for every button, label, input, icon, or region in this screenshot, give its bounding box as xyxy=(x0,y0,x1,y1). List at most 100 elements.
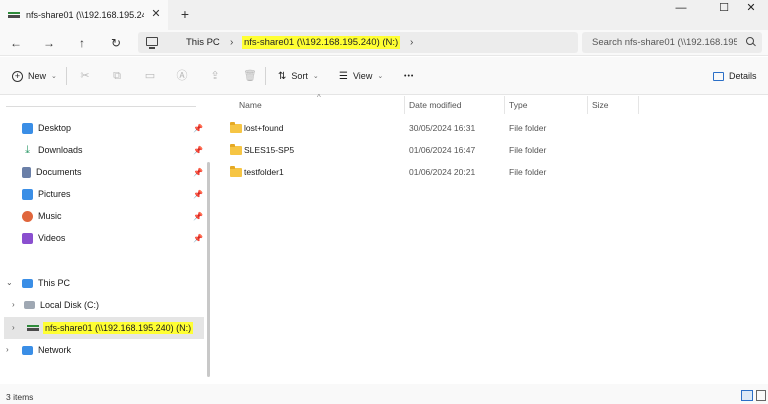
sidebar-item-label: Music xyxy=(38,211,62,221)
folder-icon xyxy=(230,166,242,177)
sidebar-item-documents[interactable]: Documents xyxy=(22,162,82,182)
divider xyxy=(66,67,67,85)
sidebar-item-videos[interactable]: Videos xyxy=(22,228,65,248)
desktop-icon xyxy=(22,122,33,134)
file-name: testfolder1 xyxy=(244,167,284,177)
folder-icon xyxy=(230,122,242,133)
sort-ascending-icon: ^ xyxy=(317,93,321,102)
view-label: View xyxy=(352,71,373,81)
column-header-date-modified[interactable]: Date modified xyxy=(409,100,461,110)
forward-button[interactable]: → xyxy=(39,33,59,53)
divider xyxy=(6,106,196,107)
folder-icon xyxy=(230,144,242,155)
pin-icon: 📌 xyxy=(193,212,203,221)
close-window-button[interactable]: ✕ xyxy=(734,0,768,18)
breadcrumb-separator[interactable]: › xyxy=(230,36,233,49)
videos-icon xyxy=(22,232,33,244)
pin-icon: 📌 xyxy=(193,124,203,133)
search-box[interactable]: Search nfs-share01 (\\192.168.195.240) (… xyxy=(582,32,762,53)
network-icon xyxy=(22,345,33,355)
rename-icon[interactable]: Ⓐ xyxy=(175,69,189,83)
item-count: 3 items xyxy=(6,392,34,402)
search-placeholder: Search nfs-share01 (\\192.168.195.240) (… xyxy=(592,37,737,48)
pin-icon: 📌 xyxy=(193,146,203,155)
delete-icon[interactable]: 🗑 xyxy=(243,69,257,83)
table-row[interactable]: lost+found 30/05/2024 16:31 File folder xyxy=(222,120,762,140)
file-name: lost+found xyxy=(244,123,284,133)
more-options-icon[interactable]: ••• xyxy=(404,67,414,85)
drive-icon xyxy=(24,301,35,309)
view-button[interactable]: ☰ View ⌄ xyxy=(339,67,383,85)
sidebar-item-nfs-share01[interactable]: nfs-share01 (\\192.168.195.240) (N:) xyxy=(27,318,194,338)
column-header-size[interactable]: Size xyxy=(592,100,609,110)
address-bar[interactable]: This PC › nfs-share01 (\\192.168.195.240… xyxy=(138,32,578,53)
share-icon[interactable]: ⇪ xyxy=(208,69,222,83)
back-button[interactable]: ← xyxy=(6,33,26,53)
details-pane-button[interactable]: Details xyxy=(713,67,757,85)
tab-nfs-share01[interactable]: nfs-share01 (\\192.168.195.240) xyxy=(0,0,168,30)
network-drive-icon xyxy=(8,10,20,20)
title-bar: nfs-share01 (\\192.168.195.240) ✕ + — ☐ … xyxy=(0,0,768,30)
sidebar-scrollbar[interactable] xyxy=(207,162,210,377)
new-tab-button[interactable]: + xyxy=(177,6,193,22)
paste-icon[interactable]: ▭ xyxy=(143,69,157,83)
sidebar-item-label: nfs-share01 (\\192.168.195.240) (N:) xyxy=(43,322,194,334)
column-divider[interactable] xyxy=(587,96,588,114)
minimize-button[interactable]: — xyxy=(664,0,698,18)
column-divider[interactable] xyxy=(404,96,405,114)
sort-button[interactable]: ⇅ Sort ⌄ xyxy=(278,67,319,85)
sidebar-item-label: Pictures xyxy=(38,189,71,199)
sidebar-item-local-disk[interactable]: Local Disk (C:) xyxy=(24,295,99,315)
status-bar: 3 items xyxy=(0,384,768,404)
sidebar-item-downloads[interactable]: ⤓ Downloads xyxy=(22,140,83,160)
chevron-right-icon[interactable]: › xyxy=(12,323,15,332)
tiles-view-icon[interactable] xyxy=(756,390,766,401)
cut-icon[interactable]: ✂ xyxy=(78,69,92,83)
sidebar-item-pictures[interactable]: Pictures xyxy=(22,184,71,204)
details-pane-icon xyxy=(713,71,724,81)
table-row[interactable]: testfolder1 01/06/2024 20:21 File folder xyxy=(222,164,762,184)
details-label: Details xyxy=(729,71,757,81)
search-icon xyxy=(746,37,754,45)
breadcrumb-nfs-share01[interactable]: nfs-share01 (\\192.168.195.240) (N:) xyxy=(242,36,401,49)
sidebar-item-desktop[interactable]: Desktop xyxy=(22,118,71,138)
column-header-name[interactable]: Name xyxy=(239,100,262,110)
command-bar: + New ⌄ ✂ ⧉ ▭ Ⓐ ⇪ 🗑 ⇅ Sort ⌄ ☰ View ⌄ ••… xyxy=(0,57,768,95)
refresh-button[interactable]: ↻ xyxy=(106,33,126,53)
pin-icon: 📌 xyxy=(193,190,203,199)
column-divider[interactable] xyxy=(504,96,505,114)
navigation-bar: ← → ↑ ↻ This PC › nfs-share01 (\\192.168… xyxy=(0,30,768,56)
sidebar-item-label: Downloads xyxy=(38,145,83,155)
file-date: 01/06/2024 20:21 xyxy=(409,167,476,177)
file-list: ^ Name Date modified Type Size lost+foun… xyxy=(214,93,768,382)
chevron-down-icon: ⌄ xyxy=(377,73,384,80)
file-date: 01/06/2024 16:47 xyxy=(409,145,476,155)
breadcrumb-expand-chevron-icon[interactable]: › xyxy=(410,36,413,49)
file-date: 30/05/2024 16:31 xyxy=(409,123,476,133)
sidebar-item-label: This PC xyxy=(38,278,71,288)
details-view-icon[interactable] xyxy=(741,390,753,401)
copy-icon[interactable]: ⧉ xyxy=(110,69,124,83)
breadcrumb-this-pc[interactable]: This PC xyxy=(186,36,220,49)
plus-circle-icon: + xyxy=(12,70,23,82)
chevron-right-icon[interactable]: › xyxy=(6,345,9,354)
sidebar-item-label: Network xyxy=(38,345,72,355)
file-name: SLES15-SP5 xyxy=(244,145,295,155)
chevron-right-icon[interactable]: › xyxy=(12,300,15,309)
network-drive-icon xyxy=(27,323,39,334)
computer-icon xyxy=(146,37,158,49)
file-type: File folder xyxy=(509,123,547,133)
column-header-type[interactable]: Type xyxy=(509,100,527,110)
sidebar-item-this-pc[interactable]: This PC xyxy=(22,273,70,293)
up-button[interactable]: ↑ xyxy=(72,33,92,53)
sidebar-item-music[interactable]: Music xyxy=(22,206,62,226)
sidebar-item-network[interactable]: Network xyxy=(22,340,71,360)
column-divider[interactable] xyxy=(638,96,639,114)
chevron-down-icon[interactable]: ⌄ xyxy=(6,278,13,287)
divider xyxy=(265,67,266,85)
new-label: New xyxy=(28,71,47,81)
table-row[interactable]: SLES15-SP5 01/06/2024 16:47 File folder xyxy=(222,142,762,162)
new-button[interactable]: + New ⌄ xyxy=(12,67,57,85)
view-icon: ☰ xyxy=(339,70,348,82)
close-tab-icon[interactable]: ✕ xyxy=(149,7,163,21)
